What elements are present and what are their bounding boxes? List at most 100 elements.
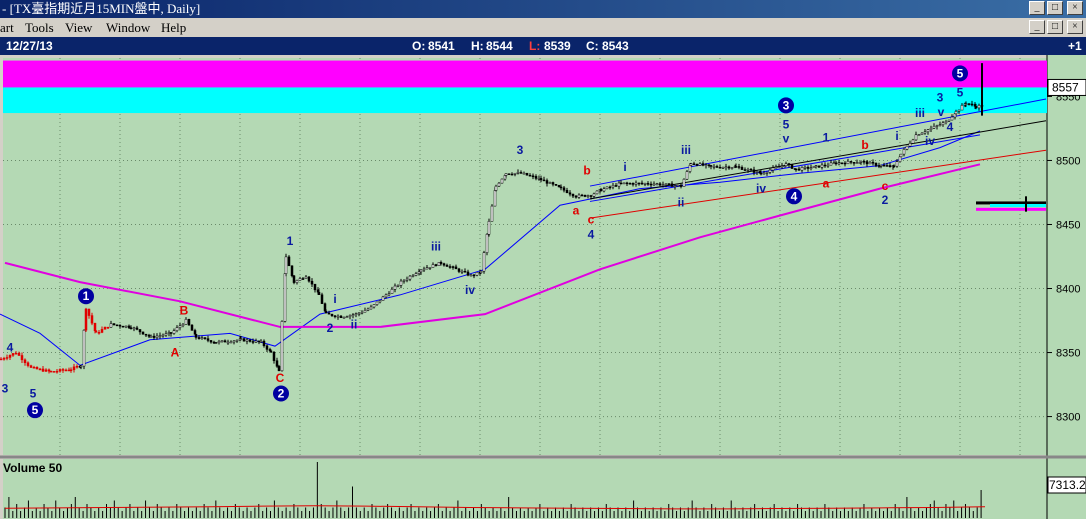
candle-body (565, 189, 569, 193)
candle-body (868, 161, 872, 165)
candle-body (608, 186, 612, 189)
candle-body (451, 266, 455, 268)
candle-body (345, 316, 349, 318)
candle-body (628, 183, 632, 185)
candle-body (434, 264, 438, 266)
candle-body (513, 172, 517, 175)
candle-body (960, 105, 964, 111)
candle-body (181, 323, 185, 327)
wave-label: ii (678, 196, 685, 210)
candle-body (272, 352, 276, 361)
child-close-button[interactable]: × (1067, 20, 1083, 34)
candle-body (307, 276, 311, 282)
candle-body (223, 340, 227, 343)
menu-view[interactable]: View (65, 18, 92, 37)
wave-label: ii (351, 317, 358, 331)
candle-body (507, 173, 511, 175)
wave-label: 4 (588, 228, 595, 242)
candle-body (832, 162, 836, 165)
wave-circle-label: 5 (957, 66, 964, 80)
candle-body (387, 293, 391, 296)
menu-window[interactable]: Window (106, 18, 150, 37)
candle-body (614, 185, 618, 187)
candle-body (923, 131, 927, 134)
candle-body (698, 163, 702, 166)
candle-body (640, 182, 644, 185)
wave-label: iv (925, 134, 935, 148)
wave-label: A (171, 346, 180, 360)
candle-body (487, 221, 491, 235)
candle-body (41, 368, 45, 372)
menu-chart[interactable]: art (0, 18, 14, 37)
candle-body (64, 369, 68, 372)
candle-body (957, 109, 961, 112)
candle-body (743, 169, 747, 171)
child-maximize-button[interactable]: □ (1047, 20, 1063, 34)
candle-body (408, 275, 412, 280)
candle-body (330, 313, 334, 317)
minimize-button[interactable]: _ (1029, 1, 1045, 15)
candle-body (977, 105, 981, 109)
candle-body (800, 167, 804, 171)
candle-body (617, 182, 621, 187)
maximize-button[interactable]: □ (1047, 1, 1063, 15)
candle-body (396, 285, 400, 287)
candle-body (911, 139, 915, 144)
candle-body (652, 183, 656, 186)
high-label: H: (471, 39, 484, 53)
candle-body (519, 172, 523, 174)
candle-body (472, 274, 476, 277)
menu-tools[interactable]: Tools (25, 18, 54, 37)
child-minimize-button[interactable]: _ (1029, 20, 1045, 34)
candle-body (115, 324, 119, 327)
candle-body (72, 366, 76, 371)
candle-body (454, 266, 458, 270)
candle-body (226, 341, 230, 344)
candle-body (525, 172, 529, 176)
candle-body (777, 166, 781, 169)
candle-body (885, 165, 889, 167)
candle-body (670, 183, 674, 187)
candle-body (812, 165, 816, 168)
candle-body (589, 195, 593, 197)
candle-body (194, 334, 198, 338)
candle-body (121, 325, 125, 328)
candle-body (516, 172, 520, 174)
candle-body (26, 362, 30, 366)
candle-body (787, 163, 791, 165)
close-button[interactable]: × (1067, 1, 1083, 15)
price-chart[interactable]: 830083508400845085008550 43 551BAC21i2 iii… (0, 55, 1086, 519)
candle-body (898, 156, 902, 162)
candle-body (333, 315, 337, 318)
candle-body (100, 329, 104, 333)
wave-label: i (623, 160, 626, 174)
wave-label: c (882, 179, 889, 193)
candle-body (17, 352, 21, 356)
candle-body (820, 164, 824, 168)
candle-body (611, 185, 615, 188)
candle-body (823, 164, 827, 167)
candle-body (849, 161, 853, 163)
wave-label: 3 (517, 143, 524, 157)
candle-body (203, 337, 207, 339)
candle-body (411, 275, 415, 277)
candle-body (29, 365, 33, 368)
candle-body (84, 308, 88, 331)
candle-body (715, 166, 719, 168)
candle-body (704, 164, 708, 166)
menu-help[interactable]: Help (161, 18, 186, 37)
candle-body (485, 234, 489, 253)
candle-body (954, 111, 958, 115)
candle-body (275, 360, 279, 367)
candle-body (586, 195, 590, 197)
candle-body (405, 278, 409, 281)
candle-body (622, 182, 626, 185)
candle-body (457, 268, 461, 272)
wave-label: iii (915, 106, 925, 120)
candle-body (384, 294, 388, 298)
candle-body (69, 369, 73, 372)
candle-body (879, 164, 883, 167)
candle-body (94, 330, 98, 333)
candle-body (354, 313, 358, 315)
wave-circle-label: 5 (32, 403, 39, 417)
